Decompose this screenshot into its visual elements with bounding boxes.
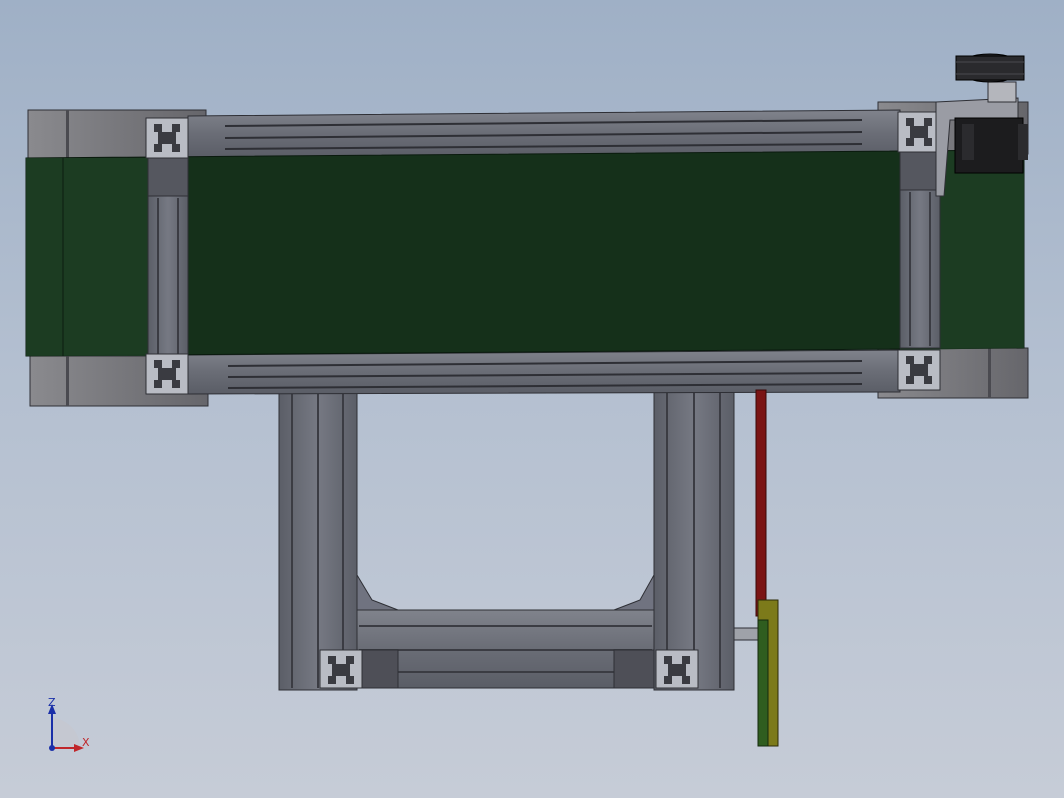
bottom-crossbar[interactable] xyxy=(356,573,655,689)
model-view[interactable] xyxy=(0,0,1064,798)
profile-end-right-bottom xyxy=(655,649,699,689)
profile-end-top-right xyxy=(897,111,941,153)
z-axis-label: Z xyxy=(48,696,56,709)
frame-upright-right[interactable] xyxy=(899,151,941,349)
x-axis-label: X xyxy=(82,736,90,749)
profile-end-bottom-left xyxy=(145,353,189,395)
sensor-bracket[interactable] xyxy=(733,389,779,747)
top-rail-lower[interactable] xyxy=(187,349,901,395)
support-leg-left[interactable] xyxy=(278,387,358,691)
top-rail-upper[interactable] xyxy=(187,109,901,159)
profile-end-bottom-right xyxy=(897,349,941,391)
coordinate-triad: Z X xyxy=(40,696,100,758)
support-leg-right[interactable] xyxy=(653,387,735,691)
profile-end-left-bottom xyxy=(319,649,363,689)
profile-end-top-left xyxy=(145,117,189,159)
triad-plane-icon xyxy=(52,718,81,748)
cad-viewport[interactable]: Z X xyxy=(0,0,1064,798)
frame-upright-left[interactable] xyxy=(147,157,189,357)
